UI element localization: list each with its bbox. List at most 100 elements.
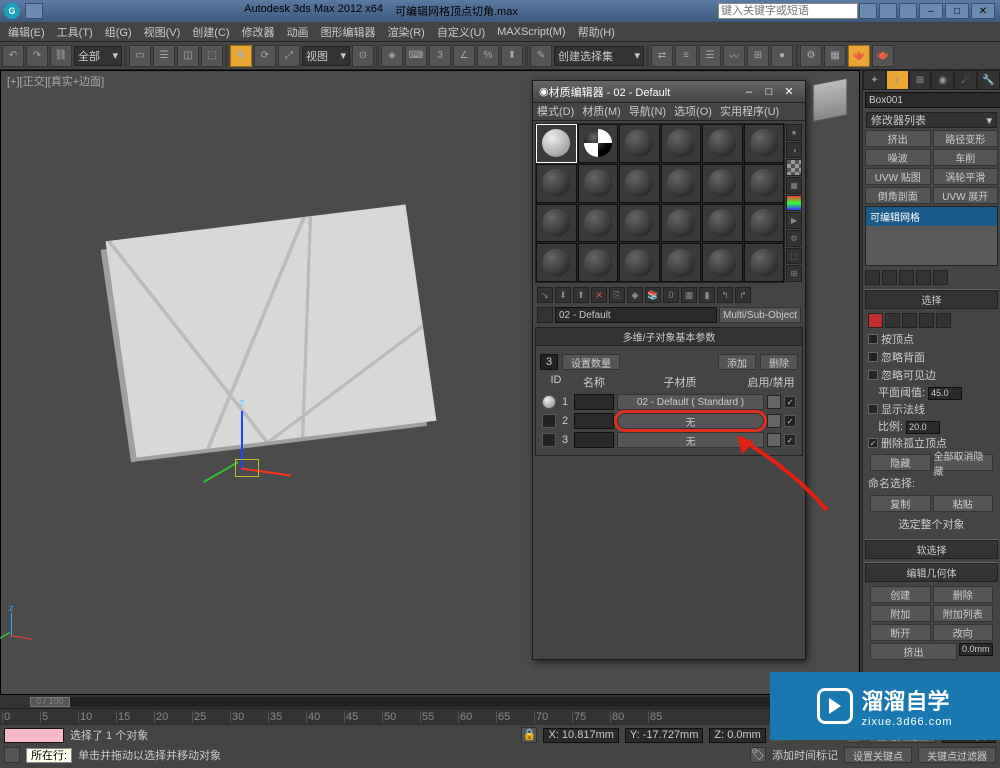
chk-deliso[interactable]: ✓	[868, 438, 878, 448]
scale-spinner[interactable]: 20.0	[906, 421, 940, 434]
sel-edge-icon[interactable]	[885, 313, 900, 328]
mat-menu-material[interactable]: 材质(M)	[582, 103, 621, 120]
menu-create[interactable]: 创建(C)	[186, 22, 235, 42]
sample-slot[interactable]	[536, 164, 577, 203]
named-selset-edit-icon[interactable]: ✎	[530, 45, 552, 67]
sub-name-input[interactable]	[574, 413, 614, 429]
sample-slot[interactable]	[744, 204, 785, 243]
btn-attach[interactable]: 附加	[870, 605, 931, 622]
btn-unhideall[interactable]: 全部取消隐藏	[933, 454, 994, 471]
tab-display-icon[interactable]: ☄	[954, 70, 977, 90]
sel-element-icon[interactable]	[936, 313, 951, 328]
sample-slot[interactable]	[619, 243, 660, 282]
sample-slot[interactable]	[661, 243, 702, 282]
btn-uvwmap[interactable]: UVW 贴图	[865, 168, 931, 185]
btn-bevelprofile[interactable]: 倒角剖面	[865, 187, 931, 204]
stack-item[interactable]: 可编辑网格	[866, 207, 997, 226]
named-selset-dropdown[interactable]: 创建选择集▾	[554, 46, 644, 66]
snap-icon[interactable]: 3	[429, 45, 451, 67]
render-prod-icon[interactable]: 🫖	[872, 45, 894, 67]
tab-utilities-icon[interactable]: 🔧	[977, 70, 1000, 90]
btn-attachlist[interactable]: 附加列表	[933, 605, 994, 622]
sub-name-input[interactable]	[574, 394, 614, 410]
modifier-list-dropdown[interactable]: 修改器列表▾	[866, 112, 997, 128]
sub-color-swatch[interactable]	[767, 395, 781, 409]
btn-noise[interactable]: 噪波	[865, 149, 931, 166]
sample-slot[interactable]	[578, 164, 619, 203]
link-icon[interactable]: ⛓	[50, 45, 72, 67]
get-material-icon[interactable]: ↘	[537, 287, 553, 303]
tab-modify-icon[interactable]: ◐	[886, 70, 909, 90]
make-unique-icon[interactable]	[899, 270, 914, 285]
curve-editor-icon[interactable]: 〰	[723, 45, 745, 67]
sub-material-button[interactable]: 无	[617, 432, 764, 448]
sample-slot[interactable]	[744, 243, 785, 282]
chk-shownormals[interactable]	[868, 404, 878, 414]
search-icon[interactable]	[859, 3, 877, 19]
btn-geo-delete[interactable]: 删除	[933, 586, 994, 603]
selection-filter-dropdown[interactable]: 全部▾	[74, 46, 122, 66]
tab-hierarchy-icon[interactable]: ⊞	[909, 70, 932, 90]
go-parent-icon[interactable]: ↰	[717, 287, 733, 303]
pick-material-icon[interactable]	[537, 307, 553, 323]
chk-ignoreback[interactable]	[868, 352, 878, 362]
material-name-input[interactable]	[555, 307, 717, 323]
mat-menu-nav[interactable]: 导航(N)	[629, 103, 666, 120]
make-unique-icon[interactable]: ◆	[627, 287, 643, 303]
help-globe-icon[interactable]	[899, 3, 917, 19]
add-button[interactable]: 添加	[718, 354, 756, 370]
window-crossing-icon[interactable]: ⬚	[201, 45, 223, 67]
schematic-icon[interactable]: ⊞	[747, 45, 769, 67]
tb-arrow-icon[interactable]	[25, 3, 43, 19]
percent-snap-icon[interactable]: %	[477, 45, 499, 67]
tab-motion-icon[interactable]: ◉	[931, 70, 954, 90]
mat-titlebar[interactable]: ◉ 材质编辑器 - 02 - Default – □ ✕	[533, 81, 805, 103]
btn-pathdeform[interactable]: 路径变形	[933, 130, 999, 147]
assign-to-sel-icon[interactable]: ⬆	[573, 287, 589, 303]
btn-turbosmooth[interactable]: 涡轮平滑	[933, 168, 999, 185]
delete-button[interactable]: 删除	[760, 354, 798, 370]
select-name-icon[interactable]: ☰	[153, 45, 175, 67]
keyfilter-button[interactable]: 关键点过滤器	[918, 747, 996, 763]
show-in-vp-icon[interactable]: ▦	[681, 287, 697, 303]
sample-slot[interactable]	[702, 243, 743, 282]
viewcube[interactable]	[806, 76, 854, 124]
sub-enable-toggle[interactable]: ✓	[784, 415, 796, 427]
sample-slot[interactable]	[619, 204, 660, 243]
btn-turn[interactable]: 改向	[933, 624, 994, 641]
btn-copy[interactable]: 复制	[870, 495, 931, 512]
btn-break[interactable]: 断开	[870, 624, 931, 641]
make-preview-icon[interactable]: ▶	[786, 212, 802, 229]
mat-map-nav-icon[interactable]: ⊞	[786, 265, 802, 282]
maxscript-icon[interactable]	[4, 747, 20, 763]
sample-slot[interactable]	[578, 243, 619, 282]
sample-type-icon[interactable]: ●	[786, 124, 802, 141]
select-by-mat-icon[interactable]: ⬚	[786, 248, 802, 265]
remove-mod-icon[interactable]	[916, 270, 931, 285]
sample-uv-icon[interactable]: ▦	[786, 177, 802, 194]
btn-extrude[interactable]: 挤出	[865, 130, 931, 147]
sel-face-icon[interactable]	[902, 313, 917, 328]
setkey-button[interactable]: 设置关键点	[844, 747, 912, 763]
sample-slot[interactable]	[661, 204, 702, 243]
mat-close-button[interactable]: ✕	[779, 85, 799, 98]
reset-map-icon[interactable]: ✕	[591, 287, 607, 303]
sample-slot[interactable]	[536, 204, 577, 243]
backlight-icon[interactable]: ◑	[786, 142, 802, 159]
help-star-icon[interactable]	[879, 3, 897, 19]
gizmo-plane-icon[interactable]	[235, 459, 259, 477]
sample-slot[interactable]	[536, 124, 577, 163]
chk-byvertex[interactable]	[868, 334, 878, 344]
btn-geo-create[interactable]: 创建	[870, 586, 931, 603]
select-region-icon[interactable]: ◫	[177, 45, 199, 67]
menu-maxscript[interactable]: MAXScript(M)	[491, 24, 571, 40]
help-search-input[interactable]	[718, 3, 858, 19]
menu-help[interactable]: 帮助(H)	[572, 22, 621, 42]
spinner-snap-icon[interactable]: ⬍	[501, 45, 523, 67]
align-icon[interactable]: ≡	[675, 45, 697, 67]
sample-slot[interactable]	[661, 164, 702, 203]
show-end-icon[interactable]	[882, 270, 897, 285]
chk-ignorevisedge[interactable]	[868, 370, 878, 380]
sub-material-button[interactable]: 02 - Default ( Standard )	[617, 394, 764, 410]
select-icon[interactable]: ▭	[129, 45, 151, 67]
